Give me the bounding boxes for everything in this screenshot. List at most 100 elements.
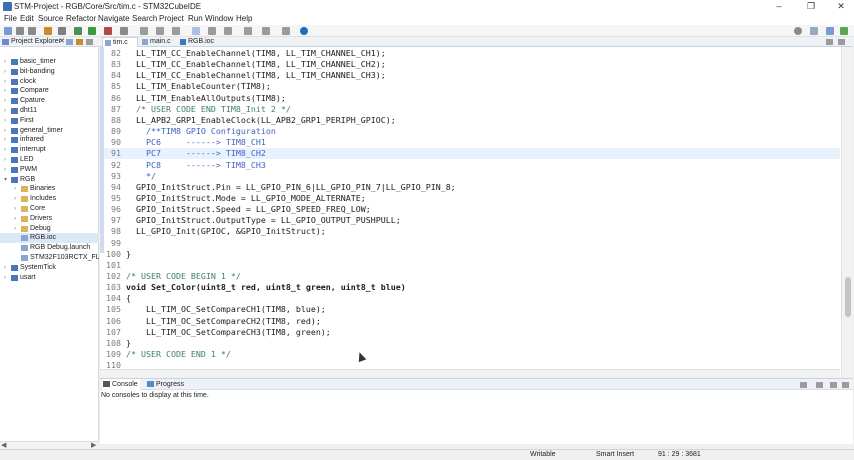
tree-item[interactable]: › SystemTick xyxy=(0,263,99,273)
tree-item[interactable]: › First xyxy=(0,116,99,126)
stop-icon[interactable] xyxy=(104,27,112,35)
code-line[interactable]: 98 LL_GPIO_Init(GPIOC, &GPIO_InitStruct)… xyxy=(100,226,840,237)
run-icon[interactable] xyxy=(88,27,96,35)
back-icon[interactable] xyxy=(244,27,252,35)
pin-editor-icon[interactable] xyxy=(282,27,290,35)
tree-item[interactable]: RGB.ioc xyxy=(0,233,99,244)
code-line[interactable]: 88 LL_APB2_GRP1_EnableClock(LL_APB2_GRP1… xyxy=(100,115,840,126)
expand-icon[interactable]: › xyxy=(4,96,6,106)
code-line[interactable]: 94 GPIO_InitStruct.Pin = LL_GPIO_PIN_6|L… xyxy=(100,182,840,193)
debug-icon[interactable] xyxy=(74,27,82,35)
minimize-button[interactable]: – xyxy=(768,0,790,13)
code-line[interactable]: 95 GPIO_InitStruct.Mode = LL_GPIO_MODE_A… xyxy=(100,193,840,204)
tree-item[interactable]: › Compare xyxy=(0,86,99,96)
code-line[interactable]: 86 LL_TIM_EnableAllOutputs(TIM8); xyxy=(100,93,840,104)
search-toolbar-icon[interactable] xyxy=(172,27,180,35)
tree-item[interactable]: › infrared xyxy=(0,135,99,145)
menu-edit[interactable]: Edit xyxy=(20,13,34,24)
tab-progress[interactable]: Progress xyxy=(146,379,190,390)
code-line[interactable]: 106 LL_TIM_OC_SetCompareCH2(TIM8, red); xyxy=(100,316,840,327)
menu-window[interactable]: Window xyxy=(205,13,233,24)
code-line[interactable]: 100} xyxy=(100,249,840,260)
expand-icon[interactable]: › xyxy=(14,184,16,194)
perspective-debug-icon[interactable] xyxy=(840,27,848,35)
tree-item[interactable]: › Includes xyxy=(0,194,99,204)
editor-vertical-scrollbar[interactable] xyxy=(841,47,853,377)
build-icon[interactable] xyxy=(44,27,52,35)
perspective-icon[interactable] xyxy=(810,27,818,35)
maximize-console-icon[interactable] xyxy=(842,382,849,388)
menu-refactor[interactable]: Refactor xyxy=(66,13,96,24)
expand-icon[interactable]: › xyxy=(4,263,6,273)
code-line[interactable]: 92 PC8 ------> TIM8_CH3 xyxy=(100,160,840,171)
tree-item[interactable]: › Core xyxy=(0,204,99,214)
expand-icon[interactable]: › xyxy=(4,145,6,155)
editor-horizontal-scrollbar[interactable] xyxy=(100,369,840,377)
code-line[interactable]: 91 PC7 ------> TIM8_CH2 xyxy=(100,148,840,160)
open-task-icon[interactable] xyxy=(156,27,164,35)
search-icon[interactable] xyxy=(794,27,802,35)
scrollbar-thumb[interactable] xyxy=(845,277,851,317)
expand-icon[interactable]: › xyxy=(4,106,6,116)
menu-run[interactable]: Run xyxy=(188,13,203,24)
code-line[interactable]: 83 LL_TIM_CC_EnableChannel(TIM8, LL_TIM_… xyxy=(100,59,840,70)
tab-rgb-ioc[interactable]: RGB.ioc xyxy=(178,37,218,47)
minimize-editor-icon[interactable] xyxy=(826,39,833,45)
code-line[interactable]: 90 PC6 ------> TIM8_CH1 xyxy=(100,137,840,148)
expand-icon[interactable]: › xyxy=(4,116,6,126)
expand-icon[interactable]: › xyxy=(4,86,6,96)
close-button[interactable]: ✕ xyxy=(830,0,852,13)
tree-item[interactable]: › interrupt xyxy=(0,145,99,155)
expand-icon[interactable]: › xyxy=(4,126,6,136)
perspective-cpp-icon[interactable] xyxy=(826,27,834,35)
tree-item[interactable]: › Drivers xyxy=(0,214,99,224)
expand-icon[interactable]: › xyxy=(14,224,16,234)
code-line[interactable]: 85 LL_TIM_EnableCounter(TIM8); xyxy=(100,81,840,92)
display-console-icon[interactable] xyxy=(816,382,823,388)
tab-tim-c[interactable]: tim.c xyxy=(102,37,138,47)
info-icon[interactable] xyxy=(300,27,308,35)
close-view-icon[interactable]: ✕ xyxy=(59,37,65,47)
tree-item[interactable]: RGB Debug.launch xyxy=(0,243,99,253)
open-console-icon[interactable] xyxy=(800,382,807,388)
link-editor-icon[interactable] xyxy=(76,39,83,45)
tree-item[interactable]: › usart xyxy=(0,273,99,283)
code-line[interactable]: 109 /* USER CODE END 1 */ xyxy=(100,349,840,360)
tree-item[interactable]: › basic_timer xyxy=(0,57,99,67)
tree-item[interactable]: ▾ RGB xyxy=(0,175,99,185)
expand-icon[interactable]: › xyxy=(4,57,6,67)
tree-item[interactable]: › Binaries xyxy=(0,184,99,194)
code-line[interactable]: 99 xyxy=(100,238,840,249)
code-line[interactable]: 102 /* USER CODE BEGIN 1 */ xyxy=(100,271,840,282)
annotation-prev-icon[interactable] xyxy=(224,27,232,35)
tab-main-c[interactable]: main.c xyxy=(140,37,176,47)
code-line[interactable]: 105 LL_TIM_OC_SetCompareCH1(TIM8, blue); xyxy=(100,304,840,315)
save-icon[interactable] xyxy=(16,27,24,35)
menu-project[interactable]: Project xyxy=(159,13,184,24)
expand-icon[interactable]: › xyxy=(14,214,16,224)
code-area[interactable]: 82 LL_TIM_CC_EnableChannel(TIM8, LL_TIM_… xyxy=(100,47,840,377)
external-tools-icon[interactable] xyxy=(120,27,128,35)
expand-icon[interactable]: › xyxy=(4,155,6,165)
view-menu-icon[interactable] xyxy=(86,39,93,45)
menu-navigate[interactable]: Navigate xyxy=(98,13,130,24)
code-line[interactable]: 96 GPIO_InitStruct.Speed = LL_GPIO_SPEED… xyxy=(100,204,840,215)
tree-item[interactable]: › LED xyxy=(0,155,99,165)
expand-icon[interactable]: › xyxy=(4,165,6,175)
open-type-icon[interactable] xyxy=(140,27,148,35)
code-line[interactable]: 93 */ xyxy=(100,171,840,182)
gear-icon[interactable] xyxy=(58,27,66,35)
expand-icon[interactable]: › xyxy=(4,77,6,87)
tab-console[interactable]: Console xyxy=(102,379,140,390)
expand-icon[interactable]: › xyxy=(4,135,6,145)
tree-item[interactable]: › Cpature xyxy=(0,96,99,106)
code-line[interactable]: 89 /**TIM8 GPIO Configuration xyxy=(100,126,840,137)
code-line[interactable]: 108} xyxy=(100,338,840,349)
code-line[interactable]: 103 void Set_Color(uint8_t red, uint8_t g… xyxy=(100,282,840,293)
menu-file[interactable]: File xyxy=(4,13,17,24)
expand-icon[interactable]: › xyxy=(14,204,16,214)
expand-icon[interactable]: › xyxy=(4,273,6,283)
toggle-mark-icon[interactable] xyxy=(192,27,200,35)
minimize-console-icon[interactable] xyxy=(830,382,837,388)
menu-source[interactable]: Source xyxy=(38,13,63,24)
